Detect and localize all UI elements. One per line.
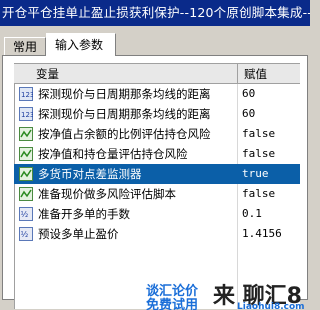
int-param-icon: 123 (19, 87, 34, 101)
param-row[interactable]: ½ 预设多单止盈价 1.4156 (14, 224, 300, 244)
bool-param-icon (19, 127, 33, 141)
column-header-variable[interactable]: 变量 (36, 64, 59, 84)
param-name: 探测现价与日周期那条均线的距离 (38, 87, 211, 101)
window-title: 开仓平仓挂单止盈止损获利保护--120个原创脚本集成-- (0, 0, 310, 26)
param-value[interactable]: 1.4156 (242, 224, 282, 244)
param-row[interactable]: 123 探测现价与日周期那条均线的距离 60 (14, 104, 300, 124)
double-param-icon: ½ (19, 207, 33, 221)
svg-text:½: ½ (21, 210, 29, 219)
column-header-value[interactable]: 赋值 (244, 64, 267, 84)
param-row[interactable]: 多货币对点差监测器 true (14, 164, 300, 184)
bool-param-icon (19, 147, 33, 161)
param-row[interactable]: 准备现价做多风险评估脚本 false (14, 184, 300, 204)
bool-param-icon (19, 187, 33, 201)
double-param-icon: ½ (19, 227, 33, 241)
param-row[interactable]: ½ 准备开多单的手数 0.1 (14, 204, 300, 224)
param-name: 按净值和持仓量评估持仓风险 (38, 147, 188, 161)
param-row[interactable]: 123 探测现价与日周期那条均线的距离 60 (14, 84, 300, 104)
param-row[interactable]: 按净值和持仓量评估持仓风险 false (14, 144, 300, 164)
param-name: 预设多单止盈价 (38, 227, 119, 241)
param-value[interactable]: false (242, 124, 275, 144)
svg-text:½: ½ (21, 230, 29, 239)
tab-input-params[interactable]: 输入参数 (46, 33, 116, 56)
tab-common[interactable]: 常用 (4, 37, 46, 55)
param-name: 按净值占余额的比例评估持仓风险 (38, 127, 211, 141)
param-value[interactable]: 0.1 (242, 204, 262, 224)
param-name: 准备现价做多风险评估脚本 (38, 187, 176, 201)
param-name: 探测现价与日周期那条均线的距离 (38, 107, 211, 121)
param-value[interactable]: true (242, 164, 269, 184)
param-name: 多货币对点差监测器 (38, 167, 142, 181)
column-divider[interactable] (237, 64, 238, 84)
param-row[interactable]: 按净值占余额的比例评估持仓风险 false (14, 124, 300, 144)
param-value[interactable]: false (242, 144, 275, 164)
param-value[interactable]: false (242, 184, 275, 204)
param-value[interactable]: 60 (242, 104, 255, 124)
svg-text:123: 123 (21, 111, 33, 119)
grid-header: 变量 赋值 (14, 64, 300, 84)
param-value[interactable]: 60 (242, 84, 255, 104)
param-name: 准备开多单的手数 (38, 207, 130, 221)
bool-param-icon (19, 167, 33, 181)
int-param-icon: 123 (19, 107, 34, 121)
svg-text:123: 123 (21, 91, 33, 99)
